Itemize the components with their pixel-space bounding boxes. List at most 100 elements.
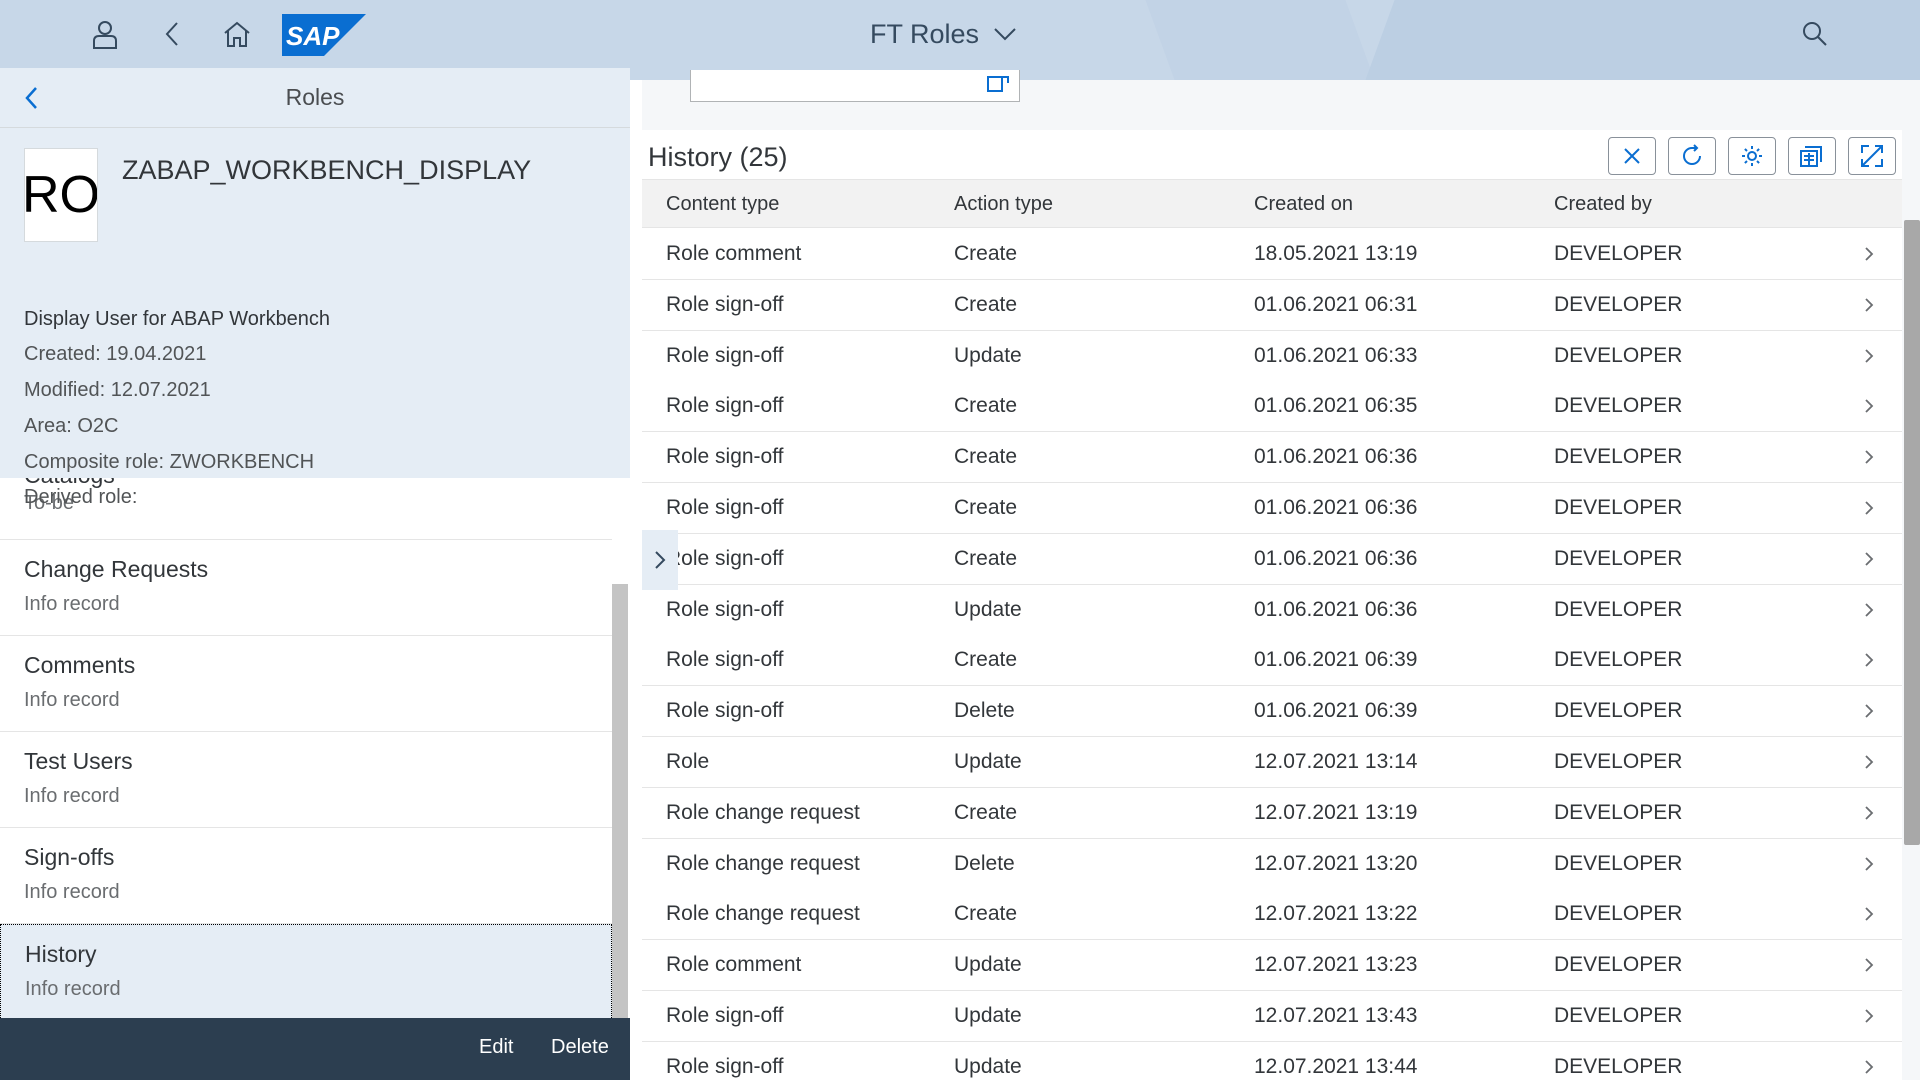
cell-created-on: 12.07.2021 13:20: [1254, 851, 1418, 875]
value-help-icon[interactable]: [987, 76, 1009, 97]
chevron-right-icon: [1864, 856, 1874, 877]
cell-created-by: DEVELOPER: [1554, 292, 1683, 316]
cell-content-type: Role comment: [666, 953, 802, 977]
cell-created-by: DEVELOPER: [1554, 699, 1683, 723]
cell-content-type: Role sign-off: [666, 1004, 784, 1027]
cell-content-type: Role sign-off: [666, 648, 784, 672]
cell-created-on: 01.06.2021 06:39: [1254, 699, 1418, 723]
cell-action-type: Create: [954, 496, 1018, 519]
cell-action-type: Create: [954, 648, 1018, 672]
table-row[interactable]: Role sign-off Create 01.06.2021 06:36 DEVEL…: [642, 533, 1902, 585]
cell-action-type: Update: [954, 750, 1022, 773]
chevron-down-icon: [994, 28, 1016, 41]
chevron-right-icon: [1864, 246, 1874, 267]
cell-created-by: DEVELOPER: [1554, 343, 1683, 367]
chevron-right-icon: [1864, 1008, 1874, 1029]
object-description: Display User for ABAP Workbench: [24, 308, 331, 330]
filter-input[interactable]: [690, 70, 1020, 102]
back-button[interactable]: [14, 80, 50, 116]
column-header-created-on[interactable]: Created on: [1254, 193, 1353, 216]
object-title: ZABAP_WORKBENCH_DISPLAY: [122, 155, 532, 185]
list-item-comments[interactable]: Comments Info record: [0, 636, 612, 732]
app-title-menu[interactable]: FT Roles: [870, 14, 1017, 54]
table-row[interactable]: Role Update 12.07.2021 13:14 DEVELOPER: [642, 737, 1902, 788]
refresh-button[interactable]: [1668, 137, 1716, 175]
list-item-subtitle: Info record: [24, 785, 120, 807]
table-row[interactable]: Role sign-off Update 01.06.2021 06:33 DEVEL…: [642, 330, 1902, 382]
cell-action-type: Delete: [954, 699, 1015, 723]
cell-created-on: 01.06.2021 06:36: [1254, 445, 1418, 469]
list-item-test-users[interactable]: Test Users Info record: [0, 732, 612, 828]
home-icon[interactable]: [217, 14, 257, 54]
export-button[interactable]: [1788, 137, 1836, 175]
delete-button[interactable]: Delete: [551, 1036, 609, 1059]
chevron-right-icon: [1864, 449, 1874, 470]
table-row[interactable]: Role comment Update 12.07.2021 13:23 DEVELO…: [642, 940, 1902, 992]
list-item-title: Change Requests: [24, 556, 209, 582]
avatar: RO: [24, 148, 98, 242]
cell-created-by: DEVELOPER: [1554, 546, 1683, 570]
master-scrollbar[interactable]: [612, 584, 628, 1018]
table-row[interactable]: Role change request Create 12.07.2021 13:2…: [642, 889, 1902, 941]
cell-created-by: DEVELOPER: [1554, 597, 1683, 621]
expand-master-button[interactable]: [642, 530, 678, 590]
cell-action-type: Update: [954, 597, 1022, 621]
cell-created-by: DEVELOPER: [1554, 648, 1683, 672]
list-item-subtitle: Info record: [24, 881, 120, 903]
table-row[interactable]: Role change request Create 12.07.2021 13:1…: [642, 787, 1902, 839]
user-icon[interactable]: [85, 14, 125, 54]
cell-created-by: DEVELOPER: [1554, 851, 1683, 875]
cell-content-type: Role sign-off: [666, 343, 784, 367]
navigation-list: Catalogs To-be Change Requests Info reco…: [0, 478, 612, 1018]
column-header-action-type[interactable]: Action type: [954, 193, 1053, 216]
fullscreen-button[interactable]: [1848, 137, 1896, 175]
chevron-right-icon: [1864, 1059, 1874, 1080]
list-item-sign-offs[interactable]: Sign-offs Info record: [0, 828, 612, 924]
cell-created-by: DEVELOPER: [1554, 394, 1683, 418]
table-row[interactable]: Role sign-off Update 12.07.2021 13:43 DEVEL…: [642, 991, 1902, 1042]
table-row[interactable]: Role comment Create 18.05.2021 13:19 DEVELO…: [642, 229, 1902, 280]
table-row[interactable]: Role change request Delete 12.07.2021 13:2…: [642, 838, 1902, 890]
close-button[interactable]: [1608, 137, 1656, 175]
list-item-subtitle: Info record: [25, 978, 121, 1000]
cell-action-type: Update: [954, 953, 1022, 977]
master-title: Roles: [285, 84, 345, 110]
derived-role-attribute: Derived role:: [24, 486, 138, 508]
table-row[interactable]: Role sign-off Create 01.06.2021 06:39 DEVEL…: [642, 635, 1902, 687]
list-item-history[interactable]: History Info record: [0, 924, 612, 1018]
detail-scrollbar[interactable]: [1904, 220, 1920, 845]
list-item-subtitle: Info record: [24, 593, 120, 615]
table-title: History (25): [648, 142, 788, 172]
table-row[interactable]: Role sign-off Create 01.06.2021 06:36 DEVEL…: [642, 432, 1902, 484]
table-row[interactable]: Role sign-off Create 01.06.2021 06:36 DEVEL…: [642, 483, 1902, 534]
cell-action-type: Create: [954, 546, 1018, 570]
cell-created-by: DEVELOPER: [1554, 902, 1683, 926]
history-table: History (25) Content type Action type Cr…: [642, 130, 1902, 1080]
app-title: FT Roles: [870, 18, 980, 49]
table-row[interactable]: Role sign-off Update 12.07.2021 13:44 DEVEL…: [642, 1041, 1902, 1080]
gear-icon: [1742, 146, 1762, 166]
table-row[interactable]: Role sign-off Update 01.06.2021 06:36 DEVEL…: [642, 584, 1902, 636]
table-row[interactable]: Role sign-off Delete 01.06.2021 06:39 DEVEL…: [642, 686, 1902, 738]
column-header-content-type[interactable]: Content type: [666, 193, 779, 216]
cell-created-by: DEVELOPER: [1554, 445, 1683, 469]
cell-action-type: Delete: [954, 851, 1015, 875]
settings-button[interactable]: [1728, 137, 1776, 175]
table-row[interactable]: Role sign-off Create 01.06.2021 06:31 DEVEL…: [642, 279, 1902, 331]
search-icon[interactable]: [1795, 14, 1835, 54]
edit-button[interactable]: Edit: [479, 1036, 513, 1059]
sap-logo[interactable]: SAP: [282, 14, 366, 56]
column-header-created-by[interactable]: Created by: [1554, 193, 1652, 216]
table-header: Content type Action type Created on Crea…: [642, 180, 1902, 228]
chevron-right-icon: [1864, 348, 1874, 369]
shell-decoration: [1365, 0, 1920, 80]
cell-created-on: 01.06.2021 06:36: [1254, 597, 1418, 621]
list-item-subtitle: Info record: [24, 689, 120, 711]
fullscreen-icon: [1861, 145, 1883, 167]
cell-action-type: Create: [954, 445, 1018, 469]
cell-created-on: 12.07.2021 13:44: [1254, 1054, 1418, 1078]
back-icon[interactable]: [152, 14, 192, 54]
list-item-change-requests[interactable]: Change Requests Info record: [0, 540, 612, 636]
table-row[interactable]: Role sign-off Create 01.06.2021 06:35 DEVEL…: [642, 381, 1902, 433]
cell-action-type: Create: [954, 292, 1018, 316]
